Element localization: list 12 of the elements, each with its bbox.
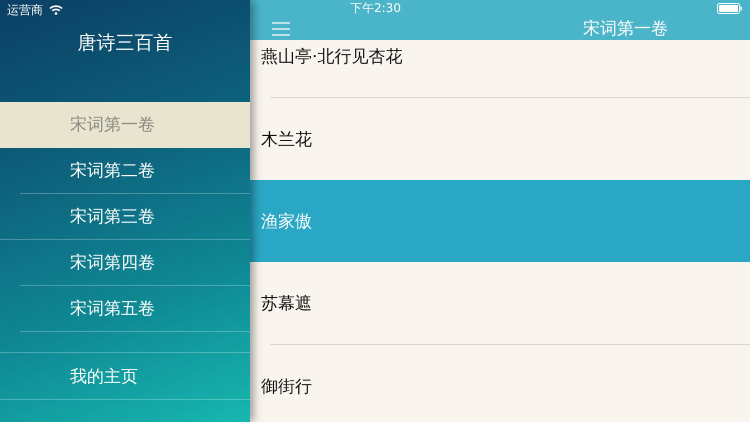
battery-icon: [717, 3, 742, 14]
poem-row[interactable]: 御街行: [250, 345, 750, 422]
app-title: 唐诗三百首: [76, 30, 174, 56]
wifi-icon: [49, 5, 63, 15]
nav-title: 宋词第一卷: [583, 18, 668, 40]
carrier-label: 运营商: [7, 2, 43, 18]
poem-row[interactable]: 木兰花: [250, 98, 750, 180]
poem-row[interactable]: 苏幕遮: [250, 262, 750, 344]
poem-row[interactable]: 燕山亭·北行见杏花: [250, 40, 750, 97]
status-time: 下午2:30: [350, 0, 401, 17]
poem-row[interactable]: 渔家傲: [250, 180, 750, 262]
menu-icon[interactable]: [272, 22, 290, 36]
